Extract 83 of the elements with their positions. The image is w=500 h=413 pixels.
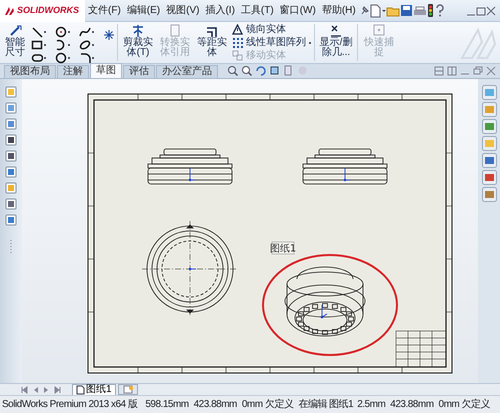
last-sheet-icon[interactable] (53, 386, 62, 394)
status-text: SolidWorks Premium 2013 x64 版 (2, 398, 138, 412)
view-orientation-icon[interactable] (269, 65, 280, 76)
dropdown-caret-icon[interactable] (68, 31, 70, 33)
ribbon-button[interactable]: 显示/删除几... (318, 24, 354, 58)
dropdown-caret-icon[interactable] (44, 44, 46, 46)
line-icon[interactable] (31, 26, 43, 38)
status-text: 0mm 欠定义 (438, 398, 490, 412)
ribbon-button[interactable]: 剪裁实体(T) (121, 24, 155, 58)
dropdown-caret-icon[interactable] (68, 57, 70, 59)
zoom-fit-icon[interactable] (227, 65, 238, 76)
rectangle-icon[interactable] (31, 39, 43, 51)
ribbon-button[interactable]: 等距实体 (195, 24, 229, 58)
expand-handle-icon[interactable] (9, 239, 13, 255)
dimension-icon (8, 24, 22, 38)
sheet-icon (76, 384, 85, 394)
menu-item[interactable]: 帮助(H) (318, 3, 359, 18)
point-icon[interactable] (104, 30, 114, 40)
tile-vertical-icon[interactable] (447, 66, 457, 76)
app-logo-text: SOLIDWORKS (17, 4, 79, 17)
ribbon-tab[interactable]: 草图 (90, 63, 122, 78)
first-sheet-icon[interactable] (20, 386, 29, 394)
dropdown-caret-icon[interactable] (382, 10, 386, 12)
grid-pattern-icon (232, 37, 244, 49)
dropdown-caret-icon[interactable] (44, 31, 46, 33)
status-text: 2.5mm (357, 398, 386, 412)
warning-icon (232, 24, 244, 36)
close-icon[interactable] (486, 6, 496, 16)
zoom-area-icon[interactable] (241, 65, 252, 76)
dropdown-caret-icon[interactable] (92, 57, 94, 59)
convert-icon (168, 24, 182, 38)
title-block-drawing (396, 330, 446, 368)
status-text: 598.15mm (145, 398, 189, 412)
add-sheet-icon (122, 385, 134, 394)
menu-item[interactable]: 文件(F) (85, 3, 124, 18)
ribbon-button[interactable]: 线性草图阵列 (232, 37, 306, 49)
dropdown-caret-icon[interactable] (44, 57, 46, 59)
status-text: 0mm 欠定义 (242, 398, 294, 412)
ribbon-tab[interactable]: 视图布局 (4, 65, 56, 78)
ribbon-tab[interactable]: 注解 (57, 65, 89, 78)
sheet-tab[interactable]: 图纸1 (72, 384, 116, 396)
offset-icon (205, 24, 219, 38)
arc-icon[interactable] (55, 39, 67, 51)
ribbon-tab[interactable]: 评估 (123, 65, 155, 78)
dropdown-caret-icon[interactable] (68, 44, 70, 46)
snap-icon (372, 24, 386, 38)
circle-icon[interactable] (55, 26, 67, 38)
dropdown-caret-icon[interactable] (309, 42, 311, 44)
pin-icon[interactable] (358, 5, 369, 16)
status-text: 在编辑 图纸1 (298, 398, 354, 412)
fillet-icon[interactable] (79, 52, 91, 64)
status-text: 423.88mm (194, 398, 237, 412)
logo-icon (4, 6, 15, 16)
traffic-light-icon[interactable] (426, 4, 434, 17)
menu-item[interactable]: 插入(I) (202, 3, 238, 18)
add-sheet-button[interactable] (118, 384, 138, 395)
ribbon-tab[interactable]: 办公室产品 (156, 65, 218, 78)
move-icon (232, 50, 244, 62)
restore-icon[interactable] (476, 6, 486, 16)
rotate-icon[interactable] (255, 65, 266, 76)
display-style-icon[interactable] (283, 65, 294, 76)
menu-item[interactable]: 窗口(W) (276, 3, 319, 18)
spline-icon[interactable] (79, 26, 91, 38)
menu-item[interactable]: 工具(T) (238, 3, 277, 18)
dropdown-caret-icon[interactable] (92, 31, 94, 33)
slot-icon[interactable] (31, 52, 43, 64)
close-icon[interactable] (486, 66, 496, 76)
restore-icon[interactable] (473, 66, 483, 76)
tile-horizontal-icon[interactable] (434, 66, 444, 76)
sheet-label: 图纸1 (270, 242, 296, 254)
menu-item[interactable]: 编辑(E) (124, 3, 164, 18)
ellipse-icon[interactable] (79, 39, 91, 51)
ribbon-button[interactable]: 镜向实体 (232, 24, 306, 36)
save-icon[interactable] (400, 4, 413, 17)
relations-icon (329, 24, 343, 38)
status-text: 423.88mm (390, 398, 434, 412)
dropdown-caret-icon[interactable] (92, 44, 94, 46)
trim-icon (131, 24, 145, 38)
smart-dimension-button[interactable]: 智能尺寸 (2, 24, 28, 58)
polygon-icon[interactable] (55, 52, 67, 64)
help-icon[interactable] (434, 4, 445, 17)
menu-item[interactable]: 视图(V) (163, 3, 202, 18)
new-document-icon[interactable] (368, 4, 382, 18)
